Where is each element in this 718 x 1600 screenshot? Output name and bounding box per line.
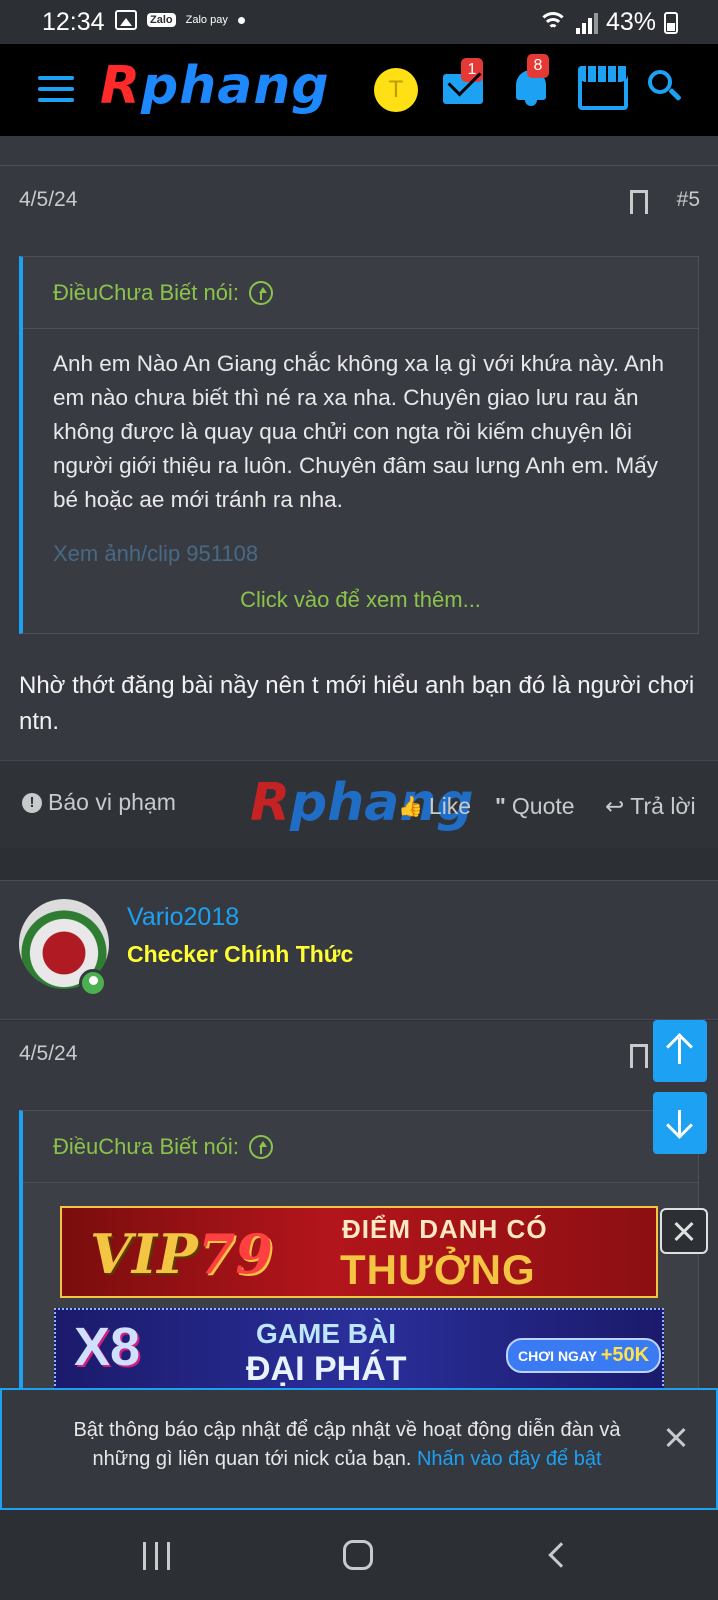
zalo-icon: Zalo bbox=[147, 13, 176, 27]
report-button[interactable]: ! Báo vi phạm bbox=[22, 789, 176, 816]
close-ad-icon[interactable] bbox=[660, 1208, 708, 1254]
post-user-header: Vario2018 Checker Chính Thức bbox=[0, 880, 718, 1020]
site-navbar: Rphang T 1 8 bbox=[0, 44, 718, 136]
previous-user-header-strip bbox=[0, 136, 718, 166]
post-separator bbox=[0, 848, 718, 880]
post-number[interactable]: #5 bbox=[677, 188, 700, 212]
mail-badge: 1 bbox=[461, 58, 483, 82]
post-meta: 4/5/24 bbox=[0, 1024, 718, 1084]
ad-overlay: VIP79 ĐIỂM DANH CÓ THƯỞNG X8 GAME BÀI ĐẠ… bbox=[0, 1194, 718, 1390]
status-time: 12:34 bbox=[42, 8, 105, 36]
like-button[interactable]: 👍 Like bbox=[398, 793, 471, 820]
status-system-icons: 43% bbox=[537, 8, 678, 37]
x8-banner-ad[interactable]: X8 GAME BÀI ĐẠI PHÁT CHƠI NGAY +50K bbox=[54, 1308, 664, 1390]
status-notification-icons: Zalo Zalo pay bbox=[115, 10, 245, 30]
system-navigation-bar bbox=[0, 1512, 718, 1600]
scroll-to-top-button[interactable] bbox=[653, 1020, 707, 1082]
quote-author[interactable]: ĐiềuChưa Biết nói: bbox=[53, 1134, 239, 1160]
menu-icon[interactable] bbox=[38, 76, 74, 102]
battery-icon bbox=[664, 11, 678, 34]
gallery-icon bbox=[115, 10, 137, 30]
user-title: Checker Chính Thức bbox=[127, 941, 354, 967]
quote-author[interactable]: ĐiềuChưa Biết nói: bbox=[53, 280, 239, 306]
alerts-badge: 8 bbox=[527, 54, 549, 78]
post-meta: 4/5/24 #5 bbox=[0, 170, 718, 230]
store-icon[interactable] bbox=[578, 66, 628, 110]
wifi-icon bbox=[537, 11, 568, 34]
enable-notifications-link[interactable]: Nhấn vào đây để bật bbox=[417, 1448, 602, 1470]
reply-button[interactable]: ↩ Trả lời bbox=[605, 793, 696, 820]
notification-message: Bật thông báo cập nhật để cập nhật về ho… bbox=[73, 1419, 621, 1470]
scroll-to-bottom-button[interactable] bbox=[653, 1092, 707, 1154]
post-date[interactable]: 4/5/24 bbox=[19, 188, 77, 212]
reply-arrow-icon: ↩ bbox=[605, 793, 625, 819]
zalopay-icon: Zalo pay bbox=[185, 13, 228, 26]
online-status-icon bbox=[79, 969, 107, 997]
quote-faded-link: Xem ảnh/clip 951108 bbox=[53, 541, 259, 566]
arrow-up-circle-icon[interactable] bbox=[248, 280, 273, 305]
mail-icon[interactable]: 1 bbox=[443, 58, 483, 104]
home-icon[interactable] bbox=[343, 1540, 373, 1570]
status-bar: 12:34 Zalo Zalo pay 43% bbox=[0, 0, 718, 44]
quote-header[interactable]: ĐiềuChưa Biết nói: bbox=[23, 257, 698, 329]
quote-text: Anh em Nào An Giang chắc không xa lạ gì … bbox=[53, 351, 665, 512]
quote-marks-icon: " bbox=[495, 793, 506, 819]
battery-percentage: 43% bbox=[605, 8, 656, 36]
user-avatar[interactable]: T bbox=[374, 68, 418, 112]
post-date[interactable]: 4/5/24 bbox=[19, 1042, 77, 1066]
bookmark-icon[interactable] bbox=[630, 1044, 648, 1069]
warning-icon: ! bbox=[22, 792, 42, 813]
quote-block: ĐiềuChưa Biết nói: Anh em Nào An Giang c… bbox=[19, 256, 699, 634]
quote-button[interactable]: " Quote bbox=[495, 793, 575, 820]
bell-icon[interactable]: 8 bbox=[513, 54, 549, 106]
bookmark-icon[interactable] bbox=[630, 190, 648, 215]
quote-expand-link[interactable]: Click vào để xem thêm... bbox=[23, 581, 698, 633]
signal-icon bbox=[575, 12, 598, 34]
post-text: Nhờ thớt đăng bài nầy nên t mới hiểu anh… bbox=[19, 672, 695, 735]
search-icon[interactable] bbox=[648, 70, 682, 104]
site-logo[interactable]: Rphang bbox=[100, 56, 330, 116]
close-icon[interactable] bbox=[664, 1426, 688, 1450]
push-notification-banner: Bật thông báo cập nhật để cập nhật về ho… bbox=[0, 1388, 718, 1510]
quote-content: Anh em Nào An Giang chắc không xa lạ gì … bbox=[23, 329, 698, 581]
more-notifications-dot-icon bbox=[237, 16, 245, 24]
quote-header[interactable]: ĐiềuChưa Biết nói: bbox=[23, 1111, 698, 1183]
arrow-up-circle-icon[interactable] bbox=[248, 1134, 273, 1159]
post-username[interactable]: Vario2018 bbox=[127, 903, 239, 932]
post-actions-bar: ! Báo vi phạm Rphang 👍 Like " Quote ↩ Tr… bbox=[0, 760, 718, 848]
recent-apps-icon[interactable] bbox=[143, 1542, 173, 1570]
vip79-banner-ad[interactable]: VIP79 ĐIỂM DANH CÓ THƯỞNG bbox=[60, 1206, 658, 1298]
thumbs-up-icon: 👍 bbox=[398, 796, 423, 818]
back-icon[interactable] bbox=[548, 1542, 574, 1568]
